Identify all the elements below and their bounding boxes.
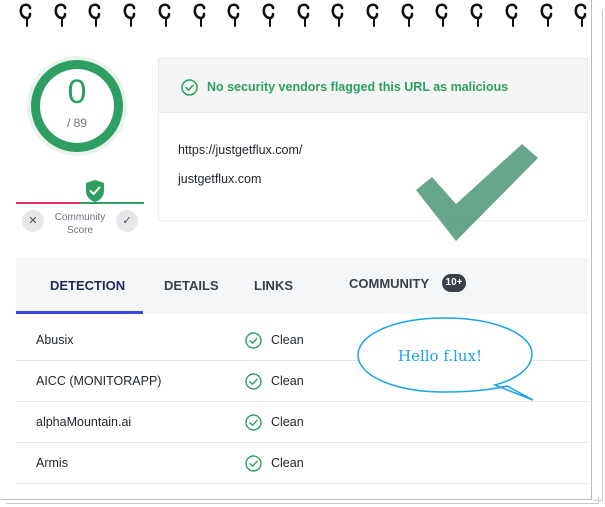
community-score-bar-negative [16,202,80,204]
scanned-domain[interactable]: justgetflux.com [178,172,261,186]
page-edge-right [594,10,603,501]
verdict-text: No security vendors flagged this URL as … [207,80,509,94]
tab-details[interactable]: DETAILS [164,278,219,293]
detection-result: Clean [271,415,304,429]
detection-result: Clean [271,333,304,347]
binding-ring-icon [296,2,312,28]
binding-ring-icon [400,2,416,28]
binding-ring-icon [18,2,34,28]
check-circle-icon [245,455,262,472]
community-score-label-line2: Score [66,225,94,236]
community-score-label: Community Score [48,211,112,237]
score-value: 0 [67,73,87,111]
tab-links[interactable]: LINKS [254,278,293,293]
active-tab-indicator [16,311,143,314]
check-circle-icon [181,79,198,96]
vendor-name: alphaMountain.ai [36,415,132,429]
table-row: Armis Clean [16,443,588,484]
tab-bar: DETECTION DETAILS LINKS COMMUNITY [16,258,588,314]
binding-ring-icon [261,2,277,28]
vendor-name: AICC (MONITORAPP) [36,374,162,388]
detection-result: Clean [271,374,304,388]
scanned-url[interactable]: https://justgetflux.com/ [178,143,302,157]
detection-score-gauge: 0 / 89 [31,60,123,152]
binding-ring-icon [573,2,589,28]
vote-harmless-button[interactable]: ✓ [116,210,138,232]
check-icon: ✓ [122,215,132,227]
check-circle-icon [245,373,262,390]
binding-ring-icon [192,2,208,28]
vote-malicious-button[interactable]: ✕ [22,210,44,232]
binding-ring-icon [87,2,103,28]
binding-ring-icon [157,2,173,28]
check-circle-icon [245,414,262,431]
tab-detection[interactable]: DETECTION [50,278,125,293]
verdict-banner: No security vendors flagged this URL as … [158,58,588,113]
score-total: / 89 [66,116,87,130]
tab-community[interactable]: COMMUNITY [349,276,429,291]
community-score-label-line1: Community [54,212,106,223]
speech-bubble-text: Hello f.lux! [398,347,483,365]
binding-ring-icon [53,2,69,28]
binding-ring-icon [122,2,138,28]
binding-ring-icon [504,2,520,28]
binding-ring-icon [434,2,450,28]
binding-ring-icon [330,2,346,28]
detection-result: Clean [271,456,304,470]
large-checkmark-icon [416,144,538,241]
table-row: alphaMountain.ai Clean [16,402,588,443]
vendor-name: Armis [36,456,68,470]
vendor-name: Abusix [36,333,74,347]
binding-ring-icon [469,2,485,28]
close-icon: ✕ [28,215,38,227]
community-score-marker-icon [84,179,106,203]
check-circle-icon [245,332,262,349]
binding-ring-icon [365,2,381,28]
binding-ring-icon [226,2,242,28]
binding-ring-icon [539,2,555,28]
spiral-binding [0,0,605,30]
community-count-badge: 10+ [442,274,466,292]
